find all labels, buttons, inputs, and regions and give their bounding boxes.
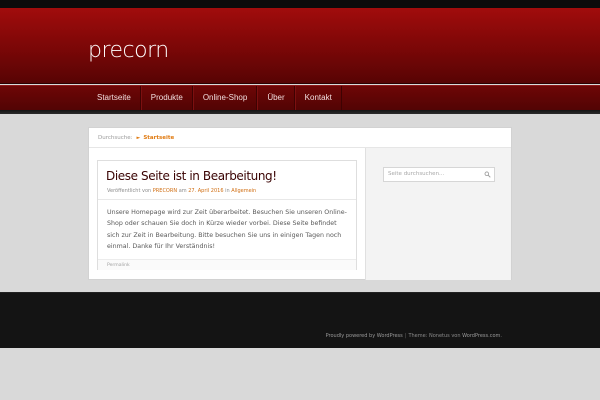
search-input[interactable]: Seite durchsuchen... — [383, 167, 495, 182]
post-meta-prefix: Veröffentlicht von — [107, 188, 152, 194]
nav-item-online-shop[interactable]: Online-Shop — [192, 86, 258, 110]
footer-period: . — [500, 333, 502, 339]
site-logo[interactable]: precorn — [88, 36, 188, 64]
search-placeholder: Seite durchsuchen... — [388, 171, 445, 177]
breadcrumb: Durchsuche: ► Startseite — [89, 128, 511, 148]
site-footer: Proudly powered by WordPress | Theme: None… — [0, 292, 600, 348]
post-meta: Veröffentlicht von PRECORN am 27. April … — [107, 188, 256, 194]
site-header: precorn — [0, 8, 600, 84]
post-category-link[interactable]: Allgemein — [231, 188, 256, 194]
post-date-link[interactable]: 27. April 2016 — [188, 188, 223, 194]
main-container: Durchsuche: ► Startseite Diese Seite ist i… — [88, 127, 512, 280]
logo-text: precorn — [88, 38, 169, 63]
footer-theme-link[interactable]: WordPress.com — [462, 333, 500, 339]
nav-shadow — [0, 110, 600, 114]
page-bottom-area — [0, 348, 600, 400]
footer-powered-link[interactable]: Proudly powered by WordPress — [326, 333, 403, 339]
post-meta-on: am — [178, 188, 187, 194]
content-column: Diese Seite ist in Bearbeitung! Veröffen… — [97, 160, 359, 272]
post-body: Unsere Homepage wird zur Zeit überarbeit… — [107, 209, 347, 250]
breadcrumb-current[interactable]: Startseite — [143, 135, 174, 141]
post-card: Diese Seite ist in Bearbeitung! Veröffen… — [97, 160, 357, 270]
top-strip — [0, 0, 600, 8]
footer-separator: | — [404, 333, 407, 339]
nav-list: Startseite Produkte Online-Shop Über Kon… — [88, 86, 342, 110]
post-title[interactable]: Diese Seite ist in Bearbeitung! — [106, 169, 277, 183]
footer-theme-prefix: Theme: Nonetus von — [408, 333, 461, 339]
post-author-link[interactable]: PRECORN — [153, 188, 177, 194]
sidebar: Seite durchsuchen... — [365, 148, 511, 280]
search-icon[interactable] — [484, 171, 491, 178]
footer-credits: Proudly powered by WordPress | Theme: None… — [326, 333, 502, 339]
nav-item-ueber[interactable]: Über — [257, 86, 295, 110]
breadcrumb-label: Durchsuche: — [98, 135, 133, 141]
nav-item-startseite[interactable]: Startseite — [88, 86, 141, 110]
breadcrumb-arrow-icon: ► — [136, 135, 141, 141]
main-nav: Startseite Produkte Online-Shop Über Kon… — [0, 85, 600, 110]
nav-item-produkte[interactable]: Produkte — [140, 86, 193, 110]
post-divider — [98, 199, 356, 200]
nav-item-kontakt[interactable]: Kontakt — [294, 86, 342, 110]
post-footer: Permalink — [98, 259, 356, 270]
permalink-link[interactable]: Permalink — [107, 263, 130, 268]
post-meta-in: in — [225, 188, 230, 194]
